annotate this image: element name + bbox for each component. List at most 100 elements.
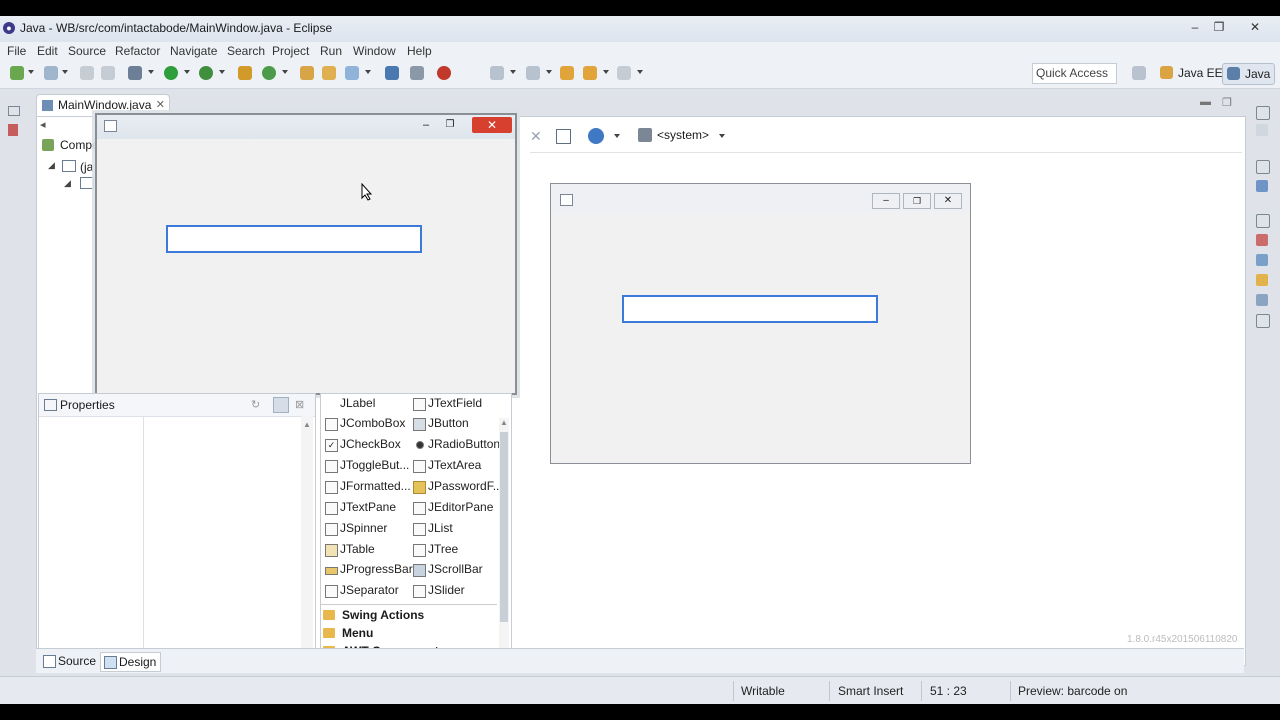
back-icon[interactable] xyxy=(583,66,597,80)
preview-text-field[interactable] xyxy=(166,225,422,253)
menu-help[interactable]: Help xyxy=(407,42,432,60)
palette-item-jprogressbar[interactable]: JProgressBar xyxy=(325,560,413,578)
next-annotation-icon[interactable] xyxy=(490,66,504,80)
perspective-java-ee[interactable]: Java EE xyxy=(1156,63,1227,83)
palette-item-jtogglebutton[interactable]: JToggleBut... xyxy=(325,456,409,474)
chevron-down-icon[interactable] xyxy=(614,134,620,138)
chevron-down-icon[interactable] xyxy=(365,70,371,74)
menu-file[interactable]: File xyxy=(7,42,26,60)
new-class-icon[interactable] xyxy=(262,66,276,80)
palette-item-jlist[interactable]: JList xyxy=(413,519,453,537)
restore-defaults-icon[interactable]: ⊠ xyxy=(295,398,304,411)
restore-icon[interactable] xyxy=(1256,106,1270,120)
chevron-down-icon[interactable] xyxy=(62,70,68,74)
maximize-icon[interactable]: ❐ xyxy=(439,117,461,133)
palette-item-jslider[interactable]: JSlider xyxy=(413,581,465,599)
palette-item-jbutton[interactable]: JButton xyxy=(413,414,469,432)
palette-item-jpasswordfield[interactable]: JPasswordF... xyxy=(413,477,503,495)
chevron-down-icon[interactable] xyxy=(184,70,190,74)
scroll-thumb[interactable] xyxy=(500,432,508,622)
palette-category-swing-actions[interactable]: Swing Actions xyxy=(323,606,424,624)
chevron-down-icon[interactable] xyxy=(148,70,154,74)
tab-design[interactable]: Design xyxy=(100,652,162,672)
palette-item-jtable[interactable]: JTable xyxy=(325,540,375,558)
tree-expand-icon[interactable]: ◢ xyxy=(64,178,71,189)
menu-edit[interactable]: Edit xyxy=(37,42,58,60)
toggle-mark-icon[interactable] xyxy=(410,66,424,80)
menu-source[interactable]: Source xyxy=(68,42,106,60)
palette-item-jspinner[interactable]: JSpinner xyxy=(325,519,387,537)
window-builder-icon[interactable] xyxy=(385,66,399,80)
scroll-up-icon[interactable]: ▲ xyxy=(303,420,311,429)
save-all-icon[interactable] xyxy=(101,66,115,80)
palette-item-jeditorpane[interactable]: JEditorPane xyxy=(413,498,493,516)
palette-item-jcheckbox[interactable]: ✓ JCheckBox xyxy=(325,435,401,453)
tab-source[interactable]: Source xyxy=(40,652,96,670)
close-icon[interactable]: ✕ xyxy=(156,98,165,111)
declaration-icon[interactable] xyxy=(1256,274,1268,286)
menu-search[interactable]: Search xyxy=(227,42,265,60)
look-and-feel-icon[interactable] xyxy=(638,128,652,142)
quick-access-input[interactable]: Quick Access xyxy=(1032,63,1117,84)
previous-annotation-icon[interactable] xyxy=(526,66,540,80)
maximize-icon[interactable]: ❐ xyxy=(1208,19,1230,35)
minimize-icon[interactable]: – xyxy=(1184,19,1206,35)
perspective-java[interactable]: Java xyxy=(1222,63,1276,85)
scroll-up-icon[interactable]: ▲ xyxy=(500,418,508,427)
restore-icon[interactable] xyxy=(1256,160,1270,174)
restore-icon[interactable] xyxy=(1256,214,1270,228)
tree-expand-icon[interactable]: ◢ xyxy=(48,160,55,171)
restore-icon[interactable] xyxy=(8,106,20,116)
minimize-icon[interactable]: – xyxy=(415,117,437,133)
maximize-editor-icon[interactable]: ❐ xyxy=(1222,96,1232,109)
design-frame[interactable]: – ❐ ✕ xyxy=(550,183,971,464)
close-icon[interactable]: ✕ xyxy=(1244,19,1266,35)
save-icon[interactable] xyxy=(80,66,94,80)
problems-icon[interactable] xyxy=(1256,234,1268,246)
look-and-feel-select[interactable]: <system> xyxy=(657,128,709,142)
test-gui-icon[interactable] xyxy=(556,129,571,144)
menu-refactor[interactable]: Refactor xyxy=(115,42,160,60)
palette-item-jlabel[interactable]: JLabel xyxy=(325,394,375,412)
menu-run[interactable]: Run xyxy=(320,42,342,60)
palette-item-jradiobutton[interactable]: JRadioButton xyxy=(413,435,500,453)
menu-project[interactable]: Project xyxy=(272,42,309,60)
palette-item-jtree[interactable]: JTree xyxy=(413,540,458,558)
palette-category-menu[interactable]: Menu xyxy=(323,624,373,642)
globe-icon[interactable] xyxy=(588,128,604,144)
open-perspective-icon[interactable] xyxy=(1132,66,1146,80)
chevron-down-icon[interactable] xyxy=(28,70,34,74)
refresh-icon[interactable]: ↻ xyxy=(251,398,260,411)
tree-item-frame[interactable]: (ja xyxy=(80,160,93,174)
collapse-arrow-icon[interactable]: ◂ xyxy=(40,118,46,131)
open-folder-icon[interactable] xyxy=(322,66,336,80)
chevron-down-icon[interactable] xyxy=(219,70,225,74)
chevron-down-icon[interactable] xyxy=(719,134,725,138)
chevron-down-icon[interactable] xyxy=(510,70,516,74)
outline-icon[interactable] xyxy=(1256,124,1268,136)
progress-icon[interactable] xyxy=(1256,314,1270,328)
properties-scrollbar[interactable]: ▲ ▼ xyxy=(301,416,313,662)
search-icon[interactable] xyxy=(345,66,359,80)
chevron-down-icon[interactable] xyxy=(603,70,609,74)
hierarchy-icon[interactable] xyxy=(1256,180,1268,192)
palette-scrollbar[interactable]: ▲ ▼ xyxy=(499,418,509,662)
new-icon[interactable] xyxy=(10,66,24,80)
javadoc-icon[interactable] xyxy=(1256,254,1268,266)
minimize-editor-icon[interactable]: ▬ xyxy=(1200,96,1211,108)
open-type-icon[interactable] xyxy=(300,66,314,80)
delete-icon[interactable]: ✕ xyxy=(530,128,542,145)
last-edit-icon[interactable] xyxy=(560,66,574,80)
chevron-down-icon[interactable] xyxy=(546,70,552,74)
close-icon[interactable]: ✕ xyxy=(472,117,512,133)
palette-item-jtextarea[interactable]: JTextArea xyxy=(413,456,481,474)
preview-window-titlebar[interactable]: – ❐ ✕ xyxy=(97,115,515,139)
menu-window[interactable]: Window xyxy=(353,42,396,60)
palette-item-jcombobox[interactable]: JComboBox xyxy=(325,414,405,432)
package-explorer-icon[interactable] xyxy=(8,124,18,136)
palette-item-jformattedtextfield[interactable]: JFormatted... xyxy=(325,477,411,495)
new-java-project-icon[interactable] xyxy=(238,66,252,80)
palette-item-jtextpane[interactable]: JTextPane xyxy=(325,498,396,516)
chevron-down-icon[interactable] xyxy=(637,70,643,74)
show-advanced-icon[interactable] xyxy=(273,397,289,413)
